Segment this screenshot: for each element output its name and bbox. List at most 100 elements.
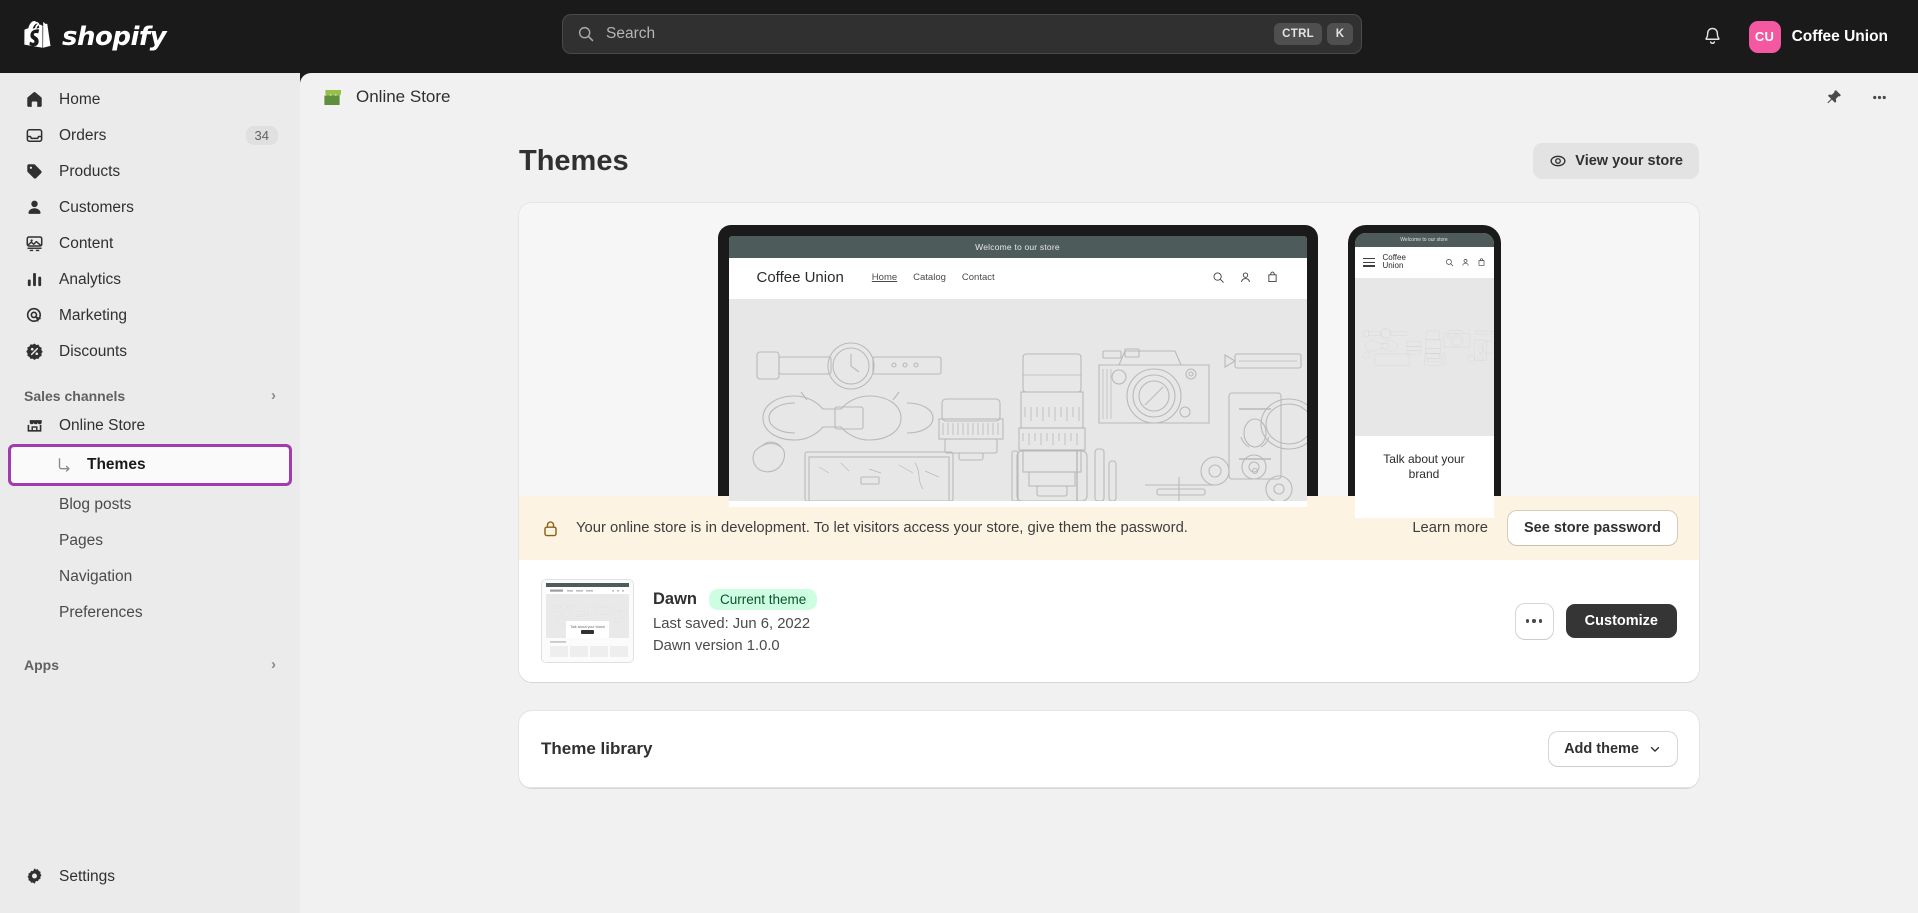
sidebar-item-label: Content — [59, 234, 114, 252]
thumbnail-caption: Talk about your brand — [570, 625, 605, 629]
preview-store-brand: Coffee Union — [756, 269, 844, 286]
subnav-arrow-icon — [58, 457, 70, 472]
page-title-row: Themes View your store — [519, 121, 1699, 203]
storefront-icon — [24, 415, 45, 436]
page-body: Themes View your store Welcome to our st… — [300, 121, 1918, 788]
sidebar-item-navigation[interactable]: Navigation — [12, 559, 288, 594]
apps-header[interactable]: Apps › — [24, 656, 276, 673]
mobile-hero-heading: Talk about your brand — [1383, 451, 1465, 481]
search-shortcut-hint: CTRL K — [1274, 23, 1353, 45]
search-icon — [1212, 272, 1224, 283]
notifications-button[interactable] — [1695, 19, 1731, 55]
sidebar-item-label: Analytics — [59, 270, 122, 288]
sidebar-item-home[interactable]: Home — [12, 82, 288, 117]
theme-preview-area: Welcome to our store Coffee Union Home C… — [519, 203, 1699, 518]
search-icon — [578, 26, 594, 42]
theme-library-title: Theme library — [541, 739, 653, 758]
mobile-preview[interactable]: Welcome to our store Coffee Union Talk a… — [1347, 225, 1501, 518]
sidebar-item-customers[interactable]: Customers — [12, 190, 288, 225]
sidebar-item-pages[interactable]: Pages — [12, 523, 288, 558]
sidebar-item-label: Blog posts — [59, 495, 132, 513]
hamburger-menu-icon[interactable] — [1362, 258, 1375, 267]
sidebar-item-discounts[interactable]: Discounts — [12, 334, 288, 369]
see-store-password-button[interactable]: See store password — [1508, 511, 1677, 545]
products-tag-icon — [24, 161, 45, 182]
sidebar-item-label: Marketing — [59, 306, 128, 324]
customize-button[interactable]: Customize — [1565, 604, 1677, 638]
preview-nav-link-home[interactable]: Home — [872, 272, 897, 283]
theme-info: Dawn Current theme Last saved: Jun 6, 20… — [653, 588, 1497, 654]
theme-actions: Customize — [1515, 603, 1677, 639]
sidebar-item-label: Orders — [59, 126, 107, 144]
kbd-ctrl: CTRL — [1274, 23, 1322, 45]
customers-person-icon — [24, 197, 45, 218]
sidebar-item-label: Themes — [87, 455, 146, 473]
theme-more-actions-button[interactable] — [1515, 603, 1553, 639]
view-your-store-button[interactable]: View your store — [1533, 143, 1699, 179]
breadcrumb-label: Online Store — [356, 87, 451, 106]
learn-more-link[interactable]: Learn more — [1412, 520, 1488, 536]
search-icon — [1445, 258, 1453, 267]
sidebar-item-preferences[interactable]: Preferences — [12, 595, 288, 630]
chevron-right-icon: › — [271, 387, 276, 404]
theme-library-card: Theme library Add theme — [519, 711, 1699, 788]
sidebar-item-label: Settings — [59, 867, 116, 885]
marketing-target-icon — [24, 305, 45, 326]
desktop-preview[interactable]: Welcome to our store Coffee Union Home C… — [717, 225, 1318, 507]
sidebar-item-analytics[interactable]: Analytics — [12, 262, 288, 297]
preview-nav-link-contact[interactable]: Contact — [962, 272, 995, 283]
mobile-store-nav: Coffee Union — [1354, 247, 1494, 278]
mobile-announcement-bar: Welcome to our store — [1354, 233, 1494, 247]
shopify-logo[interactable]: shopify — [24, 21, 296, 52]
sidebar-item-label: Customers — [59, 198, 134, 216]
user-menu[interactable]: CU Coffee Union — [1745, 17, 1898, 57]
account-icon — [1461, 258, 1469, 266]
preview-hero-illustration — [728, 299, 1307, 501]
sidebar: Home Orders 34 Products Customers Conten… — [0, 73, 300, 913]
sidebar-item-themes-highlight: Themes — [8, 444, 292, 486]
pin-button[interactable] — [1818, 82, 1848, 112]
sales-channels-header[interactable]: Sales channels › — [24, 387, 276, 404]
theme-thumbnail[interactable]: Talk about your brand — [541, 579, 634, 663]
theme-name-row: Dawn Current theme — [653, 588, 1497, 610]
development-banner-message: Your online store is in development. To … — [576, 520, 1188, 536]
sidebar-item-orders[interactable]: Orders 34 — [12, 118, 288, 153]
sidebar-item-blog-posts[interactable]: Blog posts — [12, 487, 288, 522]
main-content: Online Store Themes View your store Welc… — [300, 73, 1918, 913]
shopify-bag-icon — [24, 21, 51, 48]
divider — [519, 787, 1699, 788]
kbd-k: K — [1327, 23, 1353, 45]
main-header: Online Store — [300, 73, 1918, 121]
sidebar-item-label: Discounts — [59, 342, 128, 360]
bell-icon — [1705, 27, 1720, 45]
sidebar-item-label: Navigation — [59, 567, 133, 585]
more-options-button[interactable] — [1864, 82, 1894, 112]
account-icon — [1240, 272, 1250, 283]
breadcrumb[interactable]: Online Store — [320, 85, 451, 109]
sidebar-item-content[interactable]: Content — [12, 226, 288, 261]
theme-version: Dawn version 1.0.0 — [653, 637, 780, 654]
view-your-store-label: View your store — [1575, 153, 1683, 169]
settings-container: Settings — [0, 859, 300, 895]
sidebar-item-label: Pages — [59, 531, 103, 549]
preview-nav-links: Home Catalog Contact — [872, 272, 995, 283]
home-icon — [24, 89, 45, 110]
shopify-wordmark: shopify — [62, 21, 167, 52]
lock-icon — [544, 520, 557, 536]
content-media-icon — [24, 233, 45, 254]
search-input[interactable]: Search CTRL K — [562, 14, 1362, 54]
add-theme-label: Add theme — [1564, 741, 1639, 757]
status-badge: Current theme — [709, 588, 818, 610]
mobile-store-icons — [1445, 258, 1486, 267]
add-theme-button[interactable]: Add theme — [1549, 732, 1677, 766]
preview-nav-link-catalog[interactable]: Catalog — [913, 272, 946, 283]
discounts-percent-icon — [24, 341, 45, 362]
sidebar-item-online-store[interactable]: Online Store — [12, 408, 288, 443]
sidebar-item-settings[interactable]: Settings — [12, 859, 288, 894]
sidebar-item-products[interactable]: Products — [12, 154, 288, 189]
sidebar-item-themes[interactable]: Themes — [27, 447, 277, 482]
current-theme-card: Welcome to our store Coffee Union Home C… — [519, 203, 1699, 682]
sidebar-item-label: Products — [59, 162, 121, 180]
current-theme-row: Talk about your brand Dawn Current theme — [519, 560, 1699, 682]
sidebar-item-marketing[interactable]: Marketing — [12, 298, 288, 333]
